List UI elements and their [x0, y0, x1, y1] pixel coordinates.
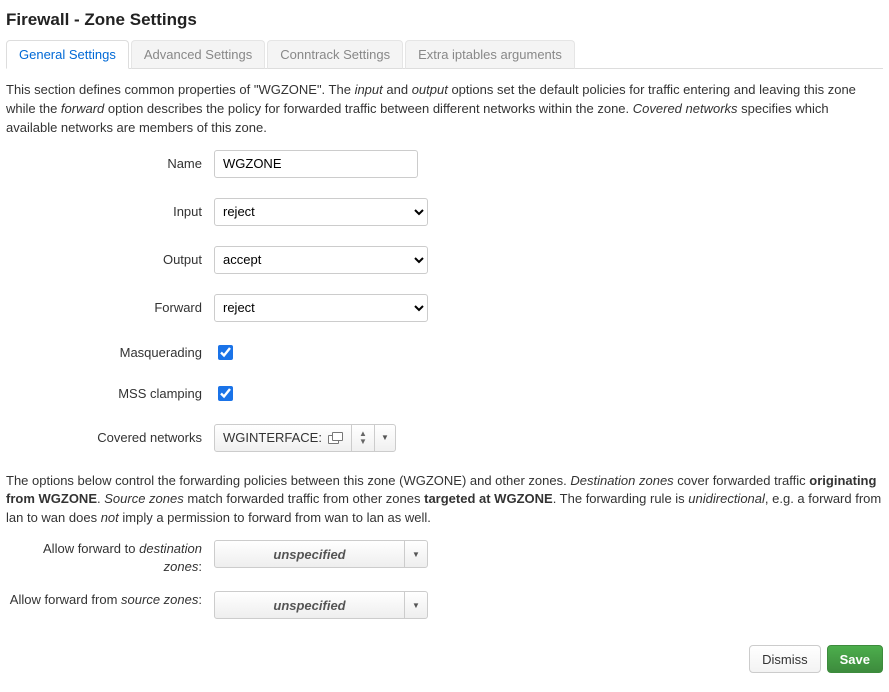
chevron-down-icon: ▼ — [381, 433, 389, 442]
output-select[interactable]: accept — [214, 246, 428, 274]
source-zones-select[interactable]: unspecified ▼ — [214, 591, 428, 619]
page-title: Firewall - Zone Settings — [6, 10, 883, 30]
label-source-zones: Allow forward from source zones: — [6, 591, 214, 609]
chevron-down-icon: ▼ — [404, 541, 427, 567]
forward-select[interactable]: reject — [214, 294, 428, 322]
covered-network-value: WGINTERFACE: — [223, 430, 322, 445]
source-zones-value: unspecified — [215, 592, 404, 618]
name-field[interactable] — [214, 150, 418, 178]
label-masquerading: Masquerading — [6, 345, 214, 360]
dest-zones-select[interactable]: unspecified ▼ — [214, 540, 428, 568]
label-input: Input — [6, 204, 214, 219]
label-name: Name — [6, 156, 214, 171]
network-icon — [328, 432, 342, 444]
dest-zones-value: unspecified — [215, 541, 404, 567]
covered-networks-select[interactable]: WGINTERFACE: ▲ ▼ ▼ — [214, 424, 396, 452]
mss-clamping-checkbox[interactable] — [218, 386, 233, 401]
input-select[interactable]: reject — [214, 198, 428, 226]
chevron-down-icon: ▼ — [404, 592, 427, 618]
save-button[interactable]: Save — [827, 645, 883, 673]
label-output: Output — [6, 252, 214, 267]
tab-conntrack-settings[interactable]: Conntrack Settings — [267, 40, 403, 69]
label-mss: MSS clamping — [6, 386, 214, 401]
covered-networks-dropdown[interactable]: ▼ — [374, 425, 395, 451]
tabs: General Settings Advanced Settings Connt… — [6, 40, 883, 69]
label-forward: Forward — [6, 300, 214, 315]
dismiss-button[interactable]: Dismiss — [749, 645, 821, 673]
tab-advanced-settings[interactable]: Advanced Settings — [131, 40, 265, 69]
covered-networks-stepper[interactable]: ▲ ▼ — [351, 425, 374, 451]
label-dest-zones: Allow forward to destination zones: — [6, 540, 214, 575]
forwarding-help-text: The options below control the forwarding… — [6, 472, 883, 529]
chevron-down-icon: ▼ — [359, 438, 367, 446]
tab-general-settings[interactable]: General Settings — [6, 40, 129, 69]
masquerading-checkbox[interactable] — [218, 345, 233, 360]
tab-extra-iptables[interactable]: Extra iptables arguments — [405, 40, 575, 69]
label-covered-networks: Covered networks — [6, 430, 214, 445]
intro-text: This section defines common properties o… — [6, 81, 883, 138]
